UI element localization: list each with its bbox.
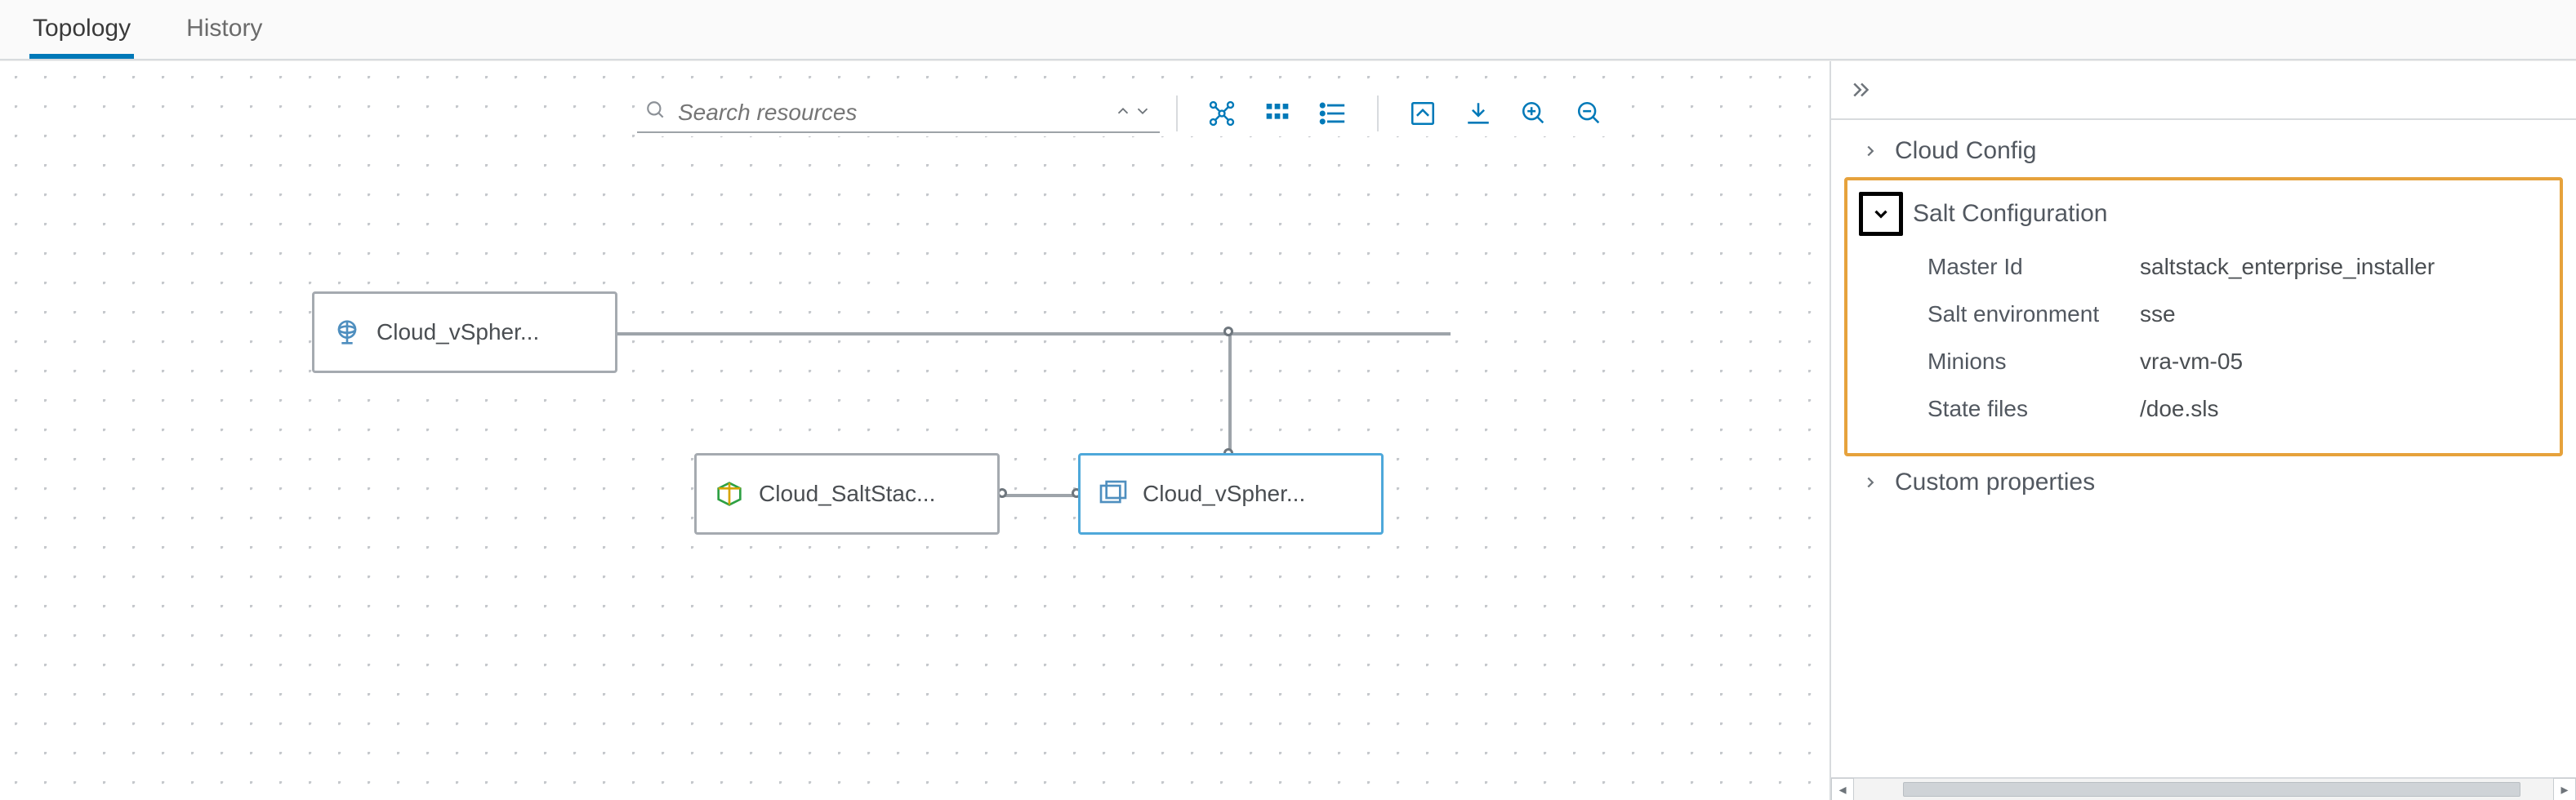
connector-endpoint: [1223, 327, 1233, 336]
panel-collapse-button[interactable]: [1831, 61, 2576, 120]
saltstack-icon: [711, 476, 747, 512]
search-icon: [645, 100, 666, 127]
search-next-icon[interactable]: [1134, 100, 1152, 126]
salt-config-highlight: Salt Configuration Master Id saltstack_e…: [1844, 177, 2563, 456]
vm-icon: [1095, 476, 1131, 512]
connector: [1228, 332, 1232, 453]
field-master-id-value: saltstack_enterprise_installer: [2140, 254, 2535, 280]
field-minions-label: Minions: [1928, 349, 2107, 375]
view-topology-button[interactable]: [1206, 97, 1238, 130]
scroll-right-icon[interactable]: ▸: [2553, 778, 2576, 800]
chevron-right-icon: [1856, 468, 1885, 497]
node-cloud-machine[interactable]: Cloud_vSpher...: [1078, 453, 1384, 535]
field-salt-env-label: Salt environment: [1928, 301, 2107, 327]
zoom-out-button[interactable]: [1573, 97, 1606, 130]
panel-horizontal-scrollbar[interactable]: ◂ ▸: [1831, 777, 2576, 800]
node-cloud-network[interactable]: Cloud_vSpher...: [312, 291, 617, 373]
zoom-in-button[interactable]: [1518, 97, 1550, 130]
field-salt-env-value: sse: [2140, 301, 2535, 327]
topology-canvas[interactable]: Cloud_vSpher... Cloud_SaltStac... Cloud_…: [0, 61, 1831, 800]
toolbar-separator: [1377, 96, 1379, 131]
field-state-files-value: /doe.sls: [2140, 396, 2535, 422]
collapse-all-button[interactable]: [1406, 97, 1439, 130]
node-saltstack[interactable]: Cloud_SaltStac...: [694, 453, 1000, 535]
section-cloud-config[interactable]: Cloud Config: [1831, 125, 2576, 177]
expand-all-button[interactable]: [1462, 97, 1495, 130]
canvas-toolbar: [637, 91, 1617, 136]
tab-topology[interactable]: Topology: [29, 8, 134, 59]
chevron-right-icon: [1856, 136, 1885, 166]
view-grid-button[interactable]: [1261, 97, 1294, 130]
section-title: Salt Configuration: [1913, 200, 2107, 228]
chevron-down-icon: [1859, 192, 1903, 236]
tab-history[interactable]: History: [183, 8, 265, 59]
section-salt-configuration[interactable]: Salt Configuration: [1847, 180, 2560, 247]
properties-panel: Network Cloud Config Salt C: [1831, 61, 2576, 800]
section-custom-properties[interactable]: Custom properties: [1831, 456, 2576, 509]
scroll-thumb[interactable]: [1903, 782, 2520, 797]
connector: [1001, 494, 1080, 497]
search-input[interactable]: [676, 99, 1096, 127]
network-icon: [329, 314, 365, 350]
node-label: Cloud_vSpher...: [1143, 481, 1366, 507]
node-label: Cloud_SaltStac...: [759, 481, 983, 507]
connector: [617, 332, 1451, 336]
search-input-wrap: [637, 94, 1160, 133]
page-tabs: Topology History: [0, 0, 2576, 60]
field-master-id-label: Master Id: [1928, 254, 2107, 280]
field-minions-value: vra-vm-05: [2140, 349, 2535, 375]
node-label: Cloud_vSpher...: [377, 319, 600, 345]
section-title: Custom properties: [1895, 469, 2095, 496]
field-state-files-label: State files: [1928, 396, 2107, 422]
toolbar-separator: [1176, 96, 1178, 131]
view-list-button[interactable]: [1317, 97, 1349, 130]
section-title: Cloud Config: [1895, 137, 2036, 165]
scroll-left-icon[interactable]: ◂: [1831, 778, 1854, 800]
search-prev-icon[interactable]: [1114, 100, 1132, 126]
salt-config-fields: Master Id saltstack_enterprise_installer…: [1847, 247, 2560, 435]
